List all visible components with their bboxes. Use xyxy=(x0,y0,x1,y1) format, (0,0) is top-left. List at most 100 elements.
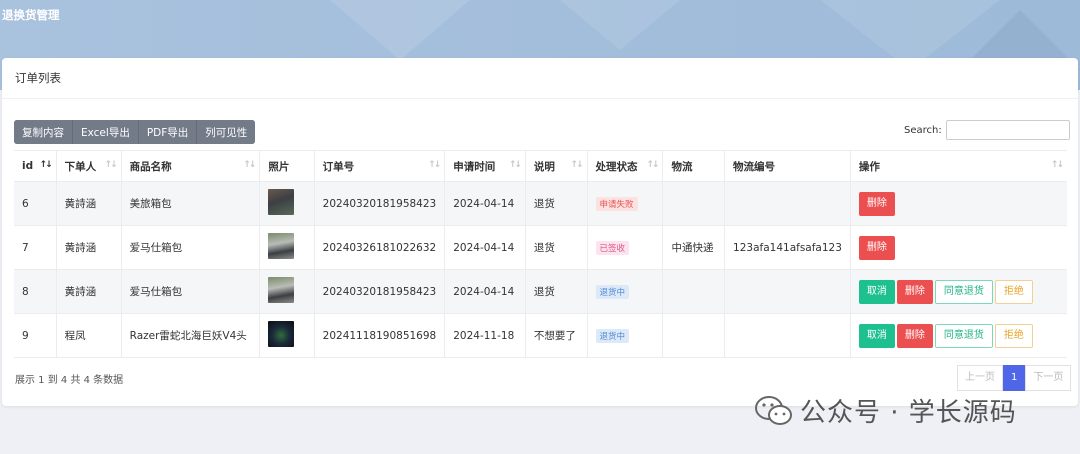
cell-status: 申请失败 xyxy=(587,181,664,226)
cell-order-no: 20240326181022632 xyxy=(314,225,446,270)
column-visibility-button[interactable]: 列可见性 xyxy=(197,120,256,144)
header-id[interactable]: id ↑↓ xyxy=(14,150,57,182)
cell-tracking xyxy=(724,269,851,314)
approve-return-button[interactable]: 同意退货 xyxy=(934,279,993,304)
cell-date: 2024-11-18 xyxy=(444,313,526,358)
cell-status: 已签收 xyxy=(587,225,664,270)
export-toolbar: 复制内容 Excel导出 PDF导出 列可见性 xyxy=(14,120,256,144)
cell-actions: 删除 xyxy=(850,181,1067,226)
cell-note: 不想要了 xyxy=(525,313,588,358)
table-row: 8 黄詩涵 爱马仕箱包 20240320181958423 2024-04-14… xyxy=(14,269,1067,314)
status-badge: 退货中 xyxy=(595,328,630,343)
page-title: 退换货管理 xyxy=(2,8,60,22)
header-photo: 照片 xyxy=(259,150,315,182)
table-row: 9 程凤 Razer雷蛇北海巨妖V4头 20241118190851698 20… xyxy=(14,313,1067,358)
cell-order-no: 20240320181958423 xyxy=(314,269,446,314)
cancel-button[interactable]: 取消 xyxy=(858,279,895,304)
cell-photo xyxy=(259,181,315,226)
next-page-button[interactable]: 下一页 xyxy=(1025,365,1072,391)
table-row: 7 黄詩涵 爱马仕箱包 20240326181022632 2024-04-14… xyxy=(14,225,1067,270)
cell-logistics xyxy=(662,181,726,226)
header-date[interactable]: 申请时间 ↑↓ xyxy=(444,150,526,182)
status-badge: 申请失败 xyxy=(595,196,638,211)
cell-actions: 取消 删除 同意退货 拒绝 xyxy=(850,313,1067,358)
cell-note: 退货 xyxy=(525,181,588,226)
status-badge: 已签收 xyxy=(595,240,630,255)
cell-note: 退货 xyxy=(525,269,588,314)
sort-icon: ↑↓ xyxy=(570,160,583,170)
product-photo[interactable] xyxy=(268,277,295,303)
search-label: Search: xyxy=(904,124,942,136)
cell-user: 黄詩涵 xyxy=(56,269,122,314)
cell-id: 7 xyxy=(14,225,57,270)
cancel-button[interactable]: 取消 xyxy=(858,323,895,348)
pdf-export-button[interactable]: PDF导出 xyxy=(138,120,198,144)
cell-logistics: 中通快递 xyxy=(662,225,726,270)
cell-status: 退货中 xyxy=(587,313,664,358)
search-box: Search: xyxy=(904,120,1070,140)
delete-button[interactable]: 删除 xyxy=(858,191,895,216)
sort-icon: ↑↓ xyxy=(428,160,441,170)
excel-export-button[interactable]: Excel导出 xyxy=(73,120,139,144)
cell-status: 退货中 xyxy=(587,269,664,314)
cell-user: 程凤 xyxy=(56,313,122,358)
cell-product: 爱马仕箱包 xyxy=(121,225,261,270)
page-1-button[interactable]: 1 xyxy=(1003,365,1026,391)
sort-icon: ↑↓ xyxy=(104,160,118,170)
header-product[interactable]: 商品名称 ↑↓ xyxy=(121,150,261,182)
cell-logistics xyxy=(662,269,726,314)
header-note[interactable]: 说明 ↑↓ xyxy=(525,150,588,182)
cell-tracking: 123afa141afsafa123 xyxy=(724,225,851,270)
cell-actions: 删除 xyxy=(850,225,1067,270)
cell-photo xyxy=(259,269,315,314)
approve-return-button[interactable]: 同意退货 xyxy=(934,323,993,348)
wechat-icon xyxy=(755,395,792,425)
reject-button[interactable]: 拒绝 xyxy=(994,279,1033,304)
cell-user: 黄詩涵 xyxy=(56,181,122,226)
header-status[interactable]: 处理状态 ↑↓ xyxy=(587,150,664,182)
cell-date: 2024-04-14 xyxy=(444,269,526,314)
pagination: 上一页 1 下一页 xyxy=(957,365,1072,391)
delete-button[interactable]: 删除 xyxy=(896,279,933,304)
table-info: 展示 1 到 4 共 4 条数据 xyxy=(15,375,124,386)
cell-product: 爱马仕箱包 xyxy=(121,269,261,314)
cell-product: Razer雷蛇北海巨妖V4头 xyxy=(121,313,261,358)
cell-id: 8 xyxy=(14,269,57,314)
header-tracking: 物流编号 xyxy=(724,150,851,182)
cell-photo xyxy=(259,225,315,270)
cell-id: 6 xyxy=(14,181,57,226)
cell-user: 黄詩涵 xyxy=(56,225,122,270)
header-actions[interactable]: 操作 ↑↓ xyxy=(850,150,1067,182)
prev-page-button[interactable]: 上一页 xyxy=(957,365,1003,391)
product-photo[interactable] xyxy=(268,189,295,215)
header-logistics: 物流 xyxy=(662,150,726,182)
product-photo[interactable] xyxy=(268,233,295,259)
product-photo[interactable] xyxy=(268,321,295,347)
search-input[interactable] xyxy=(945,120,1070,140)
sort-icon: ↑↓ xyxy=(1050,160,1064,170)
cell-tracking xyxy=(724,181,851,226)
order-list-card: 订单列表 复制内容 Excel导出 PDF导出 列可见性 Search: id ↑… xyxy=(2,58,1078,406)
reject-button[interactable]: 拒绝 xyxy=(994,323,1033,348)
card-title: 订单列表 xyxy=(2,58,1078,99)
cell-product: 美旅箱包 xyxy=(121,181,261,226)
cell-note: 退货 xyxy=(525,225,588,270)
table-header-row: id ↑↓ 下单人 ↑↓ 商品名称 ↑↓ 照片 订单号 ↑↓ 申请时间 ↑↓ 说明 ↑↓ 处… xyxy=(14,150,1067,182)
watermark-text: 公众号 · 学长源码 xyxy=(800,398,1017,428)
cell-id: 9 xyxy=(14,313,57,358)
cell-logistics xyxy=(662,313,726,358)
cell-date: 2024-04-14 xyxy=(444,225,526,270)
watermark: 公众号 · 学长源码 xyxy=(754,392,1017,429)
table-row: 6 黄詩涵 美旅箱包 20240320181958423 2024-04-14 … xyxy=(14,181,1067,226)
cell-date: 2024-04-14 xyxy=(444,181,526,226)
header-order-no[interactable]: 订单号 ↑↓ xyxy=(314,150,446,182)
cell-order-no: 20241118190851698 xyxy=(314,313,446,358)
cell-actions: 取消 删除 同意退货 拒绝 xyxy=(850,269,1067,314)
sort-icon: ↑↓ xyxy=(243,160,256,170)
delete-button[interactable]: 删除 xyxy=(896,323,933,348)
cell-order-no: 20240320181958423 xyxy=(314,181,446,226)
delete-button[interactable]: 删除 xyxy=(858,235,895,260)
cell-tracking xyxy=(724,313,851,358)
copy-button[interactable]: 复制内容 xyxy=(14,120,73,144)
header-user[interactable]: 下单人 ↑↓ xyxy=(56,150,122,182)
